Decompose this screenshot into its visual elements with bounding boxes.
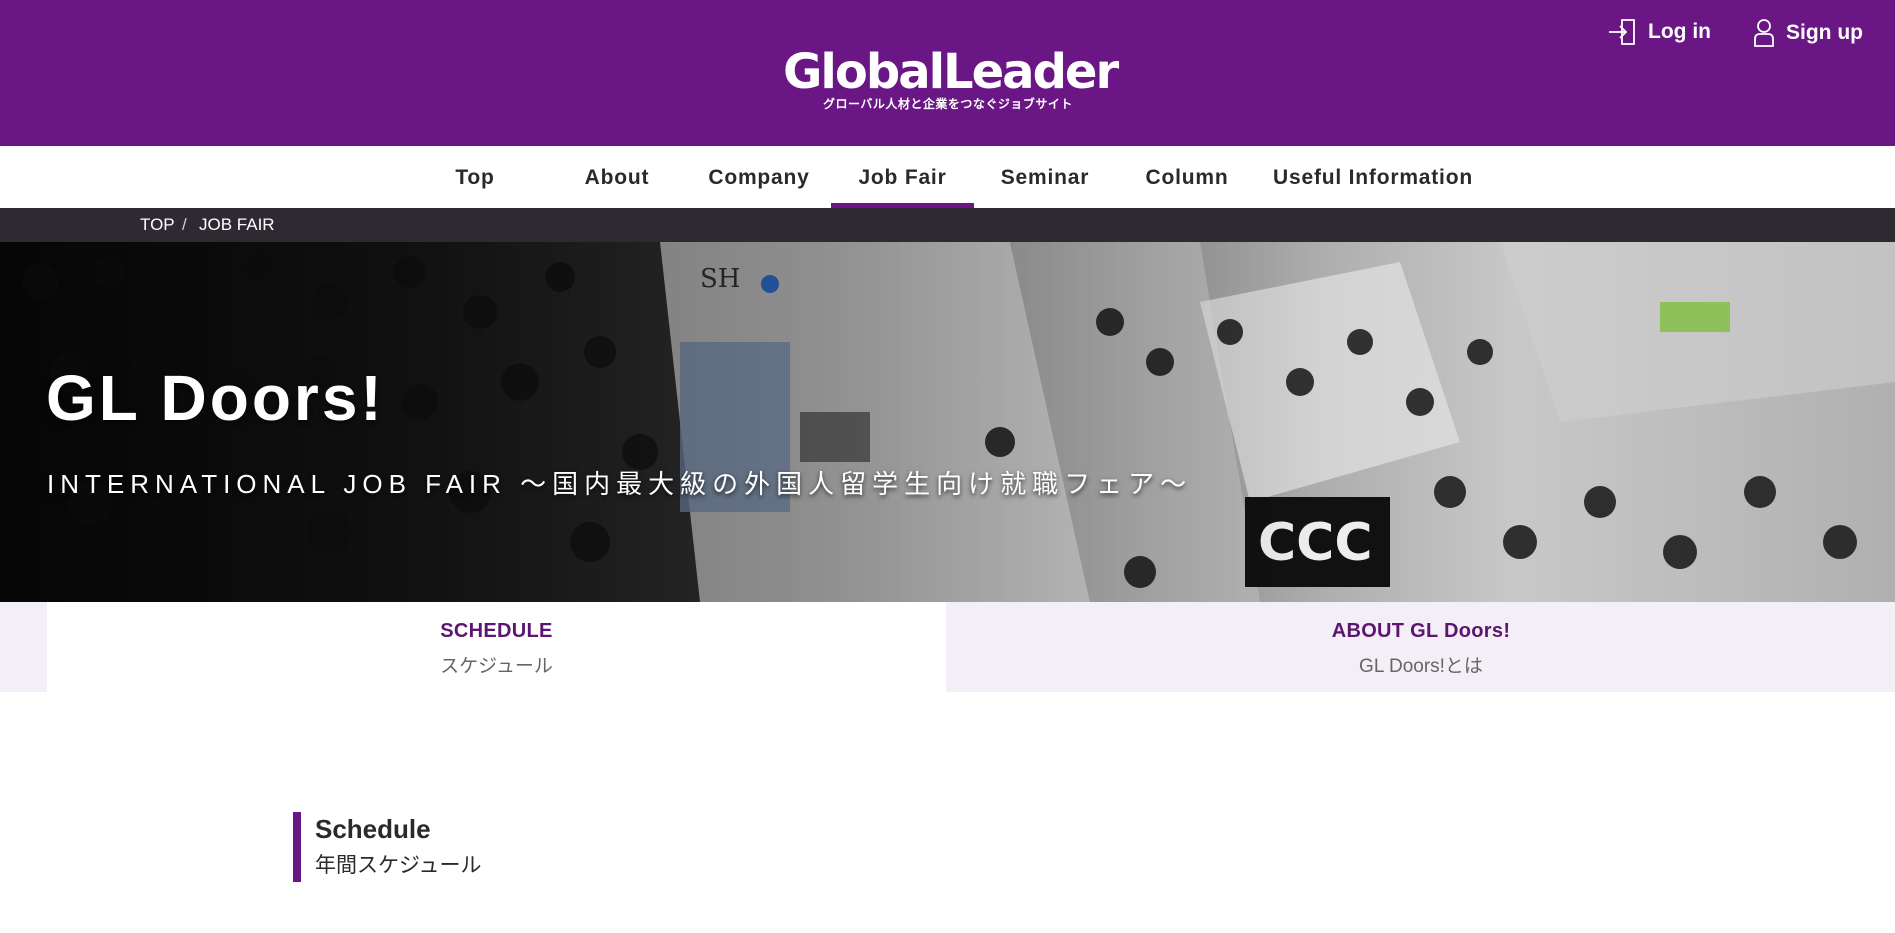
nav-item-about[interactable]: About [571, 146, 663, 208]
signup-button[interactable]: Sign up [1752, 18, 1863, 48]
signup-label: Sign up [1786, 21, 1863, 44]
tab-schedule[interactable]: SCHEDULE スケジュール [47, 602, 946, 692]
hero-title: GL Doors! [46, 362, 385, 434]
breadcrumb: TOP / JOB FAIR [0, 208, 1895, 242]
nav-item-useful-information[interactable]: Useful Information [1268, 146, 1478, 208]
breadcrumb-separator: / [182, 215, 187, 234]
tab-schedule-sublabel: スケジュール [440, 656, 553, 677]
site-header: GlobalLeader グローバル人材と企業をつなぐジョブサイト Log in… [0, 0, 1895, 146]
schedule-heading-en: Schedule [315, 814, 431, 844]
login-button[interactable]: Log in [1608, 18, 1711, 46]
tab-about-label: ABOUT GL Doors! [1331, 620, 1511, 642]
tab-about[interactable]: ABOUT GL Doors! GL Doors!とは [947, 602, 1895, 692]
site-logo[interactable]: GlobalLeader グローバル人材と企業をつなぐジョブサイト [783, 44, 1119, 111]
hero-subtitle: INTERNATIONAL JOB FAIR ～国内最大級の外国人留学生向け就職… [47, 469, 1193, 499]
nav-item-seminar[interactable]: Seminar [992, 146, 1098, 208]
schedule-heading-jp: 年間スケジュール [315, 854, 482, 877]
main-nav: Top About Company Job Fair Seminar Colum… [0, 146, 1895, 208]
tab-about-sublabel: GL Doors!とは [1359, 656, 1483, 677]
hero-banner: CCC SH GL Doors! INTERNATIONAL JOB FAIR … [0, 242, 1895, 602]
user-outline-icon [1752, 18, 1786, 48]
breadcrumb-top-link[interactable]: TOP [140, 208, 175, 242]
nav-item-top[interactable]: Top [434, 146, 516, 208]
login-arrow-icon [1608, 18, 1648, 46]
nav-item-company[interactable]: Company [704, 146, 814, 208]
logo-tagline: グローバル人材と企業をつなぐジョブサイト [823, 97, 1073, 111]
logo-wordmark: GlobalLeader [783, 44, 1119, 100]
schedule-heading: Schedule 年間スケジュール [293, 812, 482, 882]
nav-item-column[interactable]: Column [1139, 146, 1235, 208]
tab-schedule-label: SCHEDULE [440, 620, 553, 642]
breadcrumb-current: JOB FAIR [199, 215, 275, 234]
section-tabs: SCHEDULE スケジュール ABOUT GL Doors! GL Doors… [0, 602, 1895, 692]
nav-item-job-fair[interactable]: Job Fair [831, 146, 974, 208]
login-label: Log in [1648, 20, 1711, 43]
